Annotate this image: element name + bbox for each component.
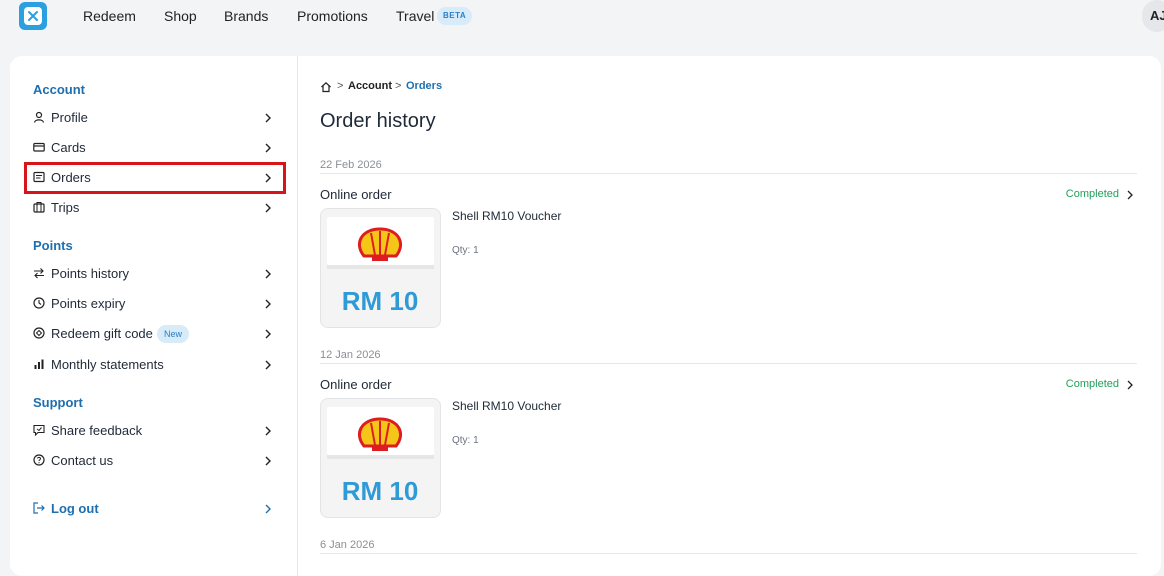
chevron-right-icon bbox=[265, 269, 271, 279]
sidebar-item-profile[interactable]: Profile bbox=[26, 104, 284, 132]
breadcrumb-account[interactable]: Account bbox=[348, 80, 392, 92]
section-title-support: Support bbox=[33, 395, 83, 410]
breadcrumb-separator: > bbox=[337, 80, 344, 92]
swap-icon bbox=[34, 268, 44, 279]
chevron-right-icon bbox=[265, 360, 271, 370]
help-icon bbox=[33, 454, 45, 466]
chevron-right-icon bbox=[265, 299, 271, 309]
sidebar-item-label: Points expiry bbox=[51, 296, 126, 311]
sidebar-item-label: Redeem gift code bbox=[51, 326, 153, 341]
nav-promotions[interactable]: Promotions bbox=[297, 8, 368, 24]
sidebar-item-orders[interactable]: Orders bbox=[24, 162, 286, 194]
app-logo[interactable] bbox=[19, 2, 47, 30]
chevron-right-icon bbox=[265, 173, 271, 183]
logout-label: Log out bbox=[51, 501, 99, 516]
sidebar-item-monthly-statements[interactable]: Monthly statements bbox=[26, 351, 284, 379]
sidebar-item-label: Cards bbox=[51, 140, 86, 155]
chevron-right-icon bbox=[265, 504, 271, 514]
divider bbox=[320, 173, 1137, 174]
sidebar-item-cards[interactable]: Cards bbox=[26, 134, 284, 162]
breadcrumb-current: Orders bbox=[406, 80, 443, 92]
voucher-amount: RM 10 bbox=[342, 476, 419, 506]
nav-redeem[interactable]: Redeem bbox=[83, 8, 136, 24]
bar-chart-icon bbox=[34, 359, 44, 369]
chevron-right-icon[interactable] bbox=[1124, 379, 1136, 391]
chevron-right-icon bbox=[265, 426, 271, 436]
order-date: 22 Feb 2026 bbox=[320, 159, 382, 171]
chevron-right-icon[interactable] bbox=[1124, 189, 1136, 201]
nav-brands[interactable]: Brands bbox=[224, 8, 268, 24]
order-date: 12 Jan 2026 bbox=[320, 349, 381, 361]
content-card: Account Profile Cards Orders Trips Point… bbox=[10, 56, 1161, 576]
chevron-right-icon bbox=[265, 143, 271, 153]
luggage-icon bbox=[33, 201, 45, 213]
sidebar-item-share-feedback[interactable]: Share feedback bbox=[26, 417, 284, 445]
product-quantity: Qty: 1 bbox=[452, 245, 479, 256]
shell-logo-icon bbox=[358, 227, 402, 261]
chevron-right-icon bbox=[265, 203, 271, 213]
order-type: Online order bbox=[320, 187, 392, 202]
beta-badge: BETA bbox=[437, 7, 473, 25]
order-type: Online order bbox=[320, 377, 392, 392]
divider bbox=[320, 363, 1137, 364]
voucher-thumbnail[interactable]: RM 10 bbox=[320, 208, 441, 328]
section-title-account: Account bbox=[33, 82, 85, 97]
new-badge: New bbox=[157, 325, 190, 343]
shell-logo-icon bbox=[358, 417, 402, 451]
voucher-thumbnail[interactable]: RM 10 bbox=[320, 398, 441, 518]
nav-travel[interactable]: Travel bbox=[396, 8, 434, 24]
order-card: 22 Feb 2026 Online order Completed RM 10… bbox=[320, 159, 1137, 349]
sidebar-item-label: Orders bbox=[51, 170, 91, 185]
nav-shop[interactable]: Shop bbox=[164, 8, 197, 24]
order-status[interactable]: Completed bbox=[1066, 188, 1119, 200]
chevron-right-icon bbox=[265, 113, 271, 123]
main-content: > Account > Orders Order history 22 Feb … bbox=[298, 56, 1161, 576]
chevron-right-icon bbox=[265, 456, 271, 466]
voucher-amount: RM 10 bbox=[342, 286, 419, 316]
gift-icon bbox=[33, 327, 45, 339]
user-icon bbox=[33, 111, 45, 123]
product-name: Shell RM10 Voucher bbox=[452, 209, 562, 223]
logout-icon bbox=[33, 502, 45, 514]
breadcrumb-separator: > bbox=[395, 80, 402, 92]
logo-icon bbox=[24, 7, 42, 25]
product-quantity: Qty: 1 bbox=[452, 435, 479, 446]
sidebar-item-label: Profile bbox=[51, 110, 88, 125]
sidebar-item-redeem-gift-code[interactable]: Redeem gift code New bbox=[26, 320, 284, 348]
sidebar: Account Profile Cards Orders Trips Point… bbox=[10, 56, 298, 576]
chevron-right-icon bbox=[265, 329, 271, 339]
logout-button[interactable]: Log out bbox=[26, 495, 284, 523]
card-icon bbox=[33, 142, 45, 152]
order-status[interactable]: Completed bbox=[1066, 378, 1119, 390]
sidebar-item-trips[interactable]: Trips bbox=[26, 194, 284, 222]
sidebar-item-points-history[interactable]: Points history bbox=[26, 260, 284, 288]
sidebar-item-label: Trips bbox=[51, 200, 80, 215]
clock-icon bbox=[33, 297, 45, 309]
feedback-icon bbox=[33, 424, 45, 436]
sidebar-item-label: Monthly statements bbox=[51, 357, 164, 372]
sidebar-item-label: Contact us bbox=[51, 453, 114, 468]
product-name: Shell RM10 Voucher bbox=[452, 399, 562, 413]
section-title-points: Points bbox=[33, 238, 73, 253]
avatar[interactable]: AJ bbox=[1142, 0, 1164, 32]
sidebar-item-label: Share feedback bbox=[51, 423, 143, 438]
home-icon[interactable] bbox=[320, 81, 332, 96]
sidebar-item-contact-us[interactable]: Contact us bbox=[26, 447, 284, 475]
page-title: Order history bbox=[320, 110, 436, 132]
receipt-icon bbox=[33, 171, 45, 183]
sidebar-item-points-expiry[interactable]: Points expiry bbox=[26, 290, 284, 318]
sidebar-item-label: Points history bbox=[51, 266, 130, 281]
divider bbox=[320, 553, 1137, 554]
order-date: 6 Jan 2026 bbox=[320, 539, 375, 551]
top-nav: Redeem Shop Brands Promotions Travel BET… bbox=[0, 0, 1164, 34]
order-card: 12 Jan 2026 Online order Completed RM 10… bbox=[320, 349, 1137, 539]
